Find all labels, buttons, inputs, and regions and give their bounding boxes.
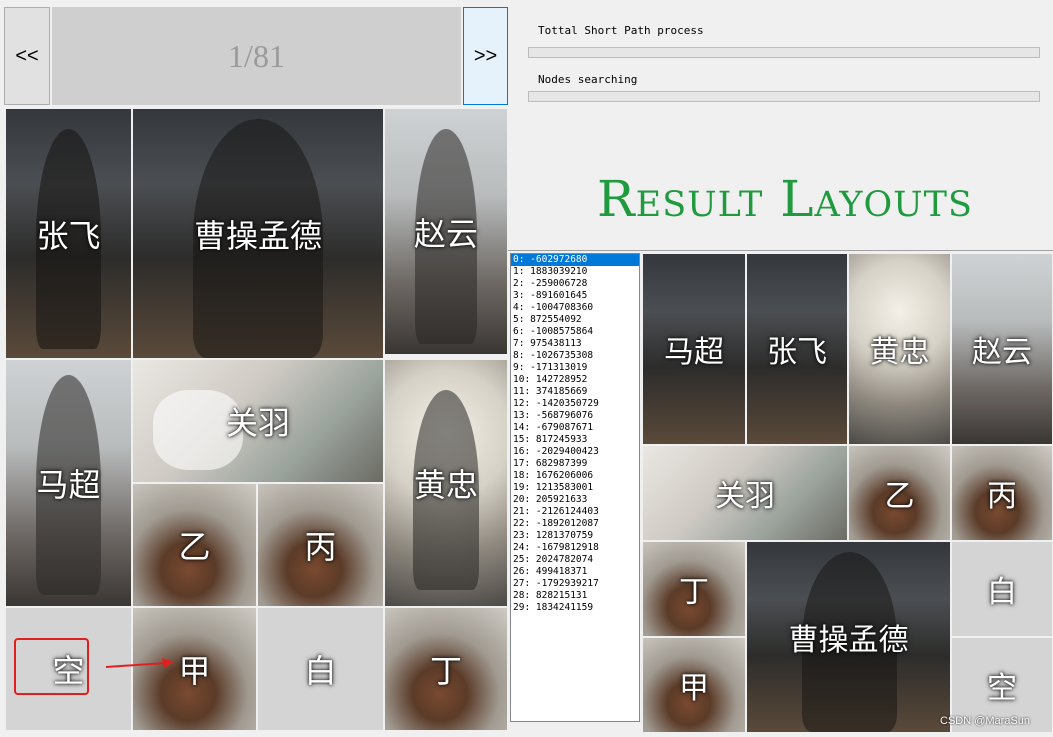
tile-label: 丁 [429, 652, 462, 690]
tile-label: 空 [987, 671, 1017, 706]
list-item[interactable]: 25: 2024782074 [511, 554, 639, 566]
result-tile: 乙 [849, 446, 950, 540]
tile-label: 曹操孟德 [788, 623, 909, 658]
tile-label: 曹操孟德 [193, 216, 322, 255]
tile-label: 马超 [36, 466, 101, 504]
result-tile: 丁 [643, 542, 745, 636]
puzzle-tile[interactable]: 张飞 [6, 109, 131, 358]
tile-label: 乙 [178, 528, 211, 566]
puzzle-tile[interactable]: 关羽 [133, 360, 383, 482]
list-item[interactable]: 11: 374185669 [511, 386, 639, 398]
list-item[interactable]: 29: 1834241159 [511, 602, 639, 614]
list-item[interactable]: 15: 817245933 [511, 434, 639, 446]
list-item[interactable]: 16: -2029400423 [511, 446, 639, 458]
result-tile: 赵云 [952, 254, 1052, 444]
tile-label: 马超 [664, 335, 724, 370]
result-tile: 张飞 [747, 254, 847, 444]
result-tile: 丙 [952, 446, 1052, 540]
tile-label: 白 [304, 652, 337, 690]
tile-label: 关羽 [715, 479, 775, 514]
puzzle-tile[interactable]: 黄忠 [385, 360, 507, 606]
highlight-box [14, 638, 89, 695]
result-tile: 关羽 [643, 446, 847, 540]
tile-label: 丙 [987, 479, 1017, 514]
tile-label: 乙 [884, 479, 915, 514]
list-item[interactable]: 14: -679087671 [511, 422, 639, 434]
result-tile: 马超 [643, 254, 745, 444]
list-item[interactable]: 3: -891601645 [511, 290, 639, 302]
result-layouts-title: Result Layouts [597, 170, 973, 228]
puzzle-tile[interactable]: 曹操孟德 [133, 109, 383, 358]
tile-label: 白 [987, 575, 1017, 610]
tile-label: 关羽 [225, 404, 290, 442]
list-item[interactable]: 19: 1213583001 [511, 482, 639, 494]
total-progress-bar [528, 47, 1040, 58]
list-item[interactable]: 7: 975438113 [511, 338, 639, 350]
total-progress-label: Tottal Short Path process [538, 24, 704, 37]
list-item[interactable]: 28: 828215131 [511, 590, 639, 602]
list-item[interactable]: 27: -1792939217 [511, 578, 639, 590]
list-item[interactable]: 18: 1676206006 [511, 470, 639, 482]
list-item[interactable]: 13: -568796076 [511, 410, 639, 422]
tile-label: 张飞 [767, 335, 827, 370]
puzzle-tile[interactable]: 丁 [385, 608, 507, 730]
list-item[interactable]: 22: -1892012087 [511, 518, 639, 530]
list-item[interactable]: 10: 142728952 [511, 374, 639, 386]
list-item[interactable]: 4: -1004708360 [511, 302, 639, 314]
result-tile: 黄忠 [849, 254, 950, 444]
puzzle-tile[interactable]: 赵云 [385, 109, 507, 354]
tile-label: 黄忠 [869, 335, 930, 370]
list-item[interactable]: 2: -259006728 [511, 278, 639, 290]
tile-label: 甲 [679, 671, 709, 706]
nodes-progress-bar [528, 91, 1040, 102]
tile-label: 丁 [679, 575, 709, 610]
tile-label: 丙 [304, 528, 337, 566]
list-item[interactable]: 23: 1281370759 [511, 530, 639, 542]
result-tile: 白 [952, 542, 1052, 636]
nodes-progress-label: Nodes searching [538, 73, 638, 86]
watermark: CSDN @MaraSun [940, 715, 1031, 727]
page-counter: 1/81 [52, 7, 461, 105]
previous-button[interactable]: << [4, 7, 50, 105]
puzzle-tile[interactable]: 白 [258, 608, 383, 730]
puzzle-tile[interactable]: 马超 [6, 360, 131, 606]
list-item[interactable]: 8: -1026735308 [511, 350, 639, 362]
tile-label: 赵云 [972, 335, 1032, 370]
list-item[interactable]: 24: -1679812918 [511, 542, 639, 554]
list-item[interactable]: 5: 872554092 [511, 314, 639, 326]
result-tile: 甲 [643, 638, 745, 732]
tile-label: 甲 [178, 652, 211, 690]
arrow-icon [105, 658, 174, 668]
list-item[interactable]: 26: 499418371 [511, 566, 639, 578]
puzzle-tile[interactable]: 丙 [258, 484, 383, 606]
result-tile: 曹操孟德 [747, 542, 950, 732]
divider [508, 250, 1053, 251]
tile-label: 赵云 [413, 214, 478, 253]
tile-label: 张飞 [36, 216, 101, 255]
list-item[interactable]: 6: -1008575864 [511, 326, 639, 338]
list-item[interactable]: 20: 205921633 [511, 494, 639, 506]
list-item[interactable]: 17: 682987399 [511, 458, 639, 470]
tile-label: 黄忠 [413, 466, 478, 504]
list-item[interactable]: 0: -602972680 [511, 254, 639, 266]
puzzle-tile[interactable]: 乙 [133, 484, 256, 606]
list-item[interactable]: 9: -171313019 [511, 362, 639, 374]
list-item[interactable]: 12: -1420350729 [511, 398, 639, 410]
next-button[interactable]: >> [463, 7, 508, 105]
list-item[interactable]: 21: -2126124403 [511, 506, 639, 518]
result-listbox[interactable]: 0: -602972680 1: 1883039210 2: -259006728 3… [510, 253, 640, 722]
list-item[interactable]: 1: 1883039210 [511, 266, 639, 278]
